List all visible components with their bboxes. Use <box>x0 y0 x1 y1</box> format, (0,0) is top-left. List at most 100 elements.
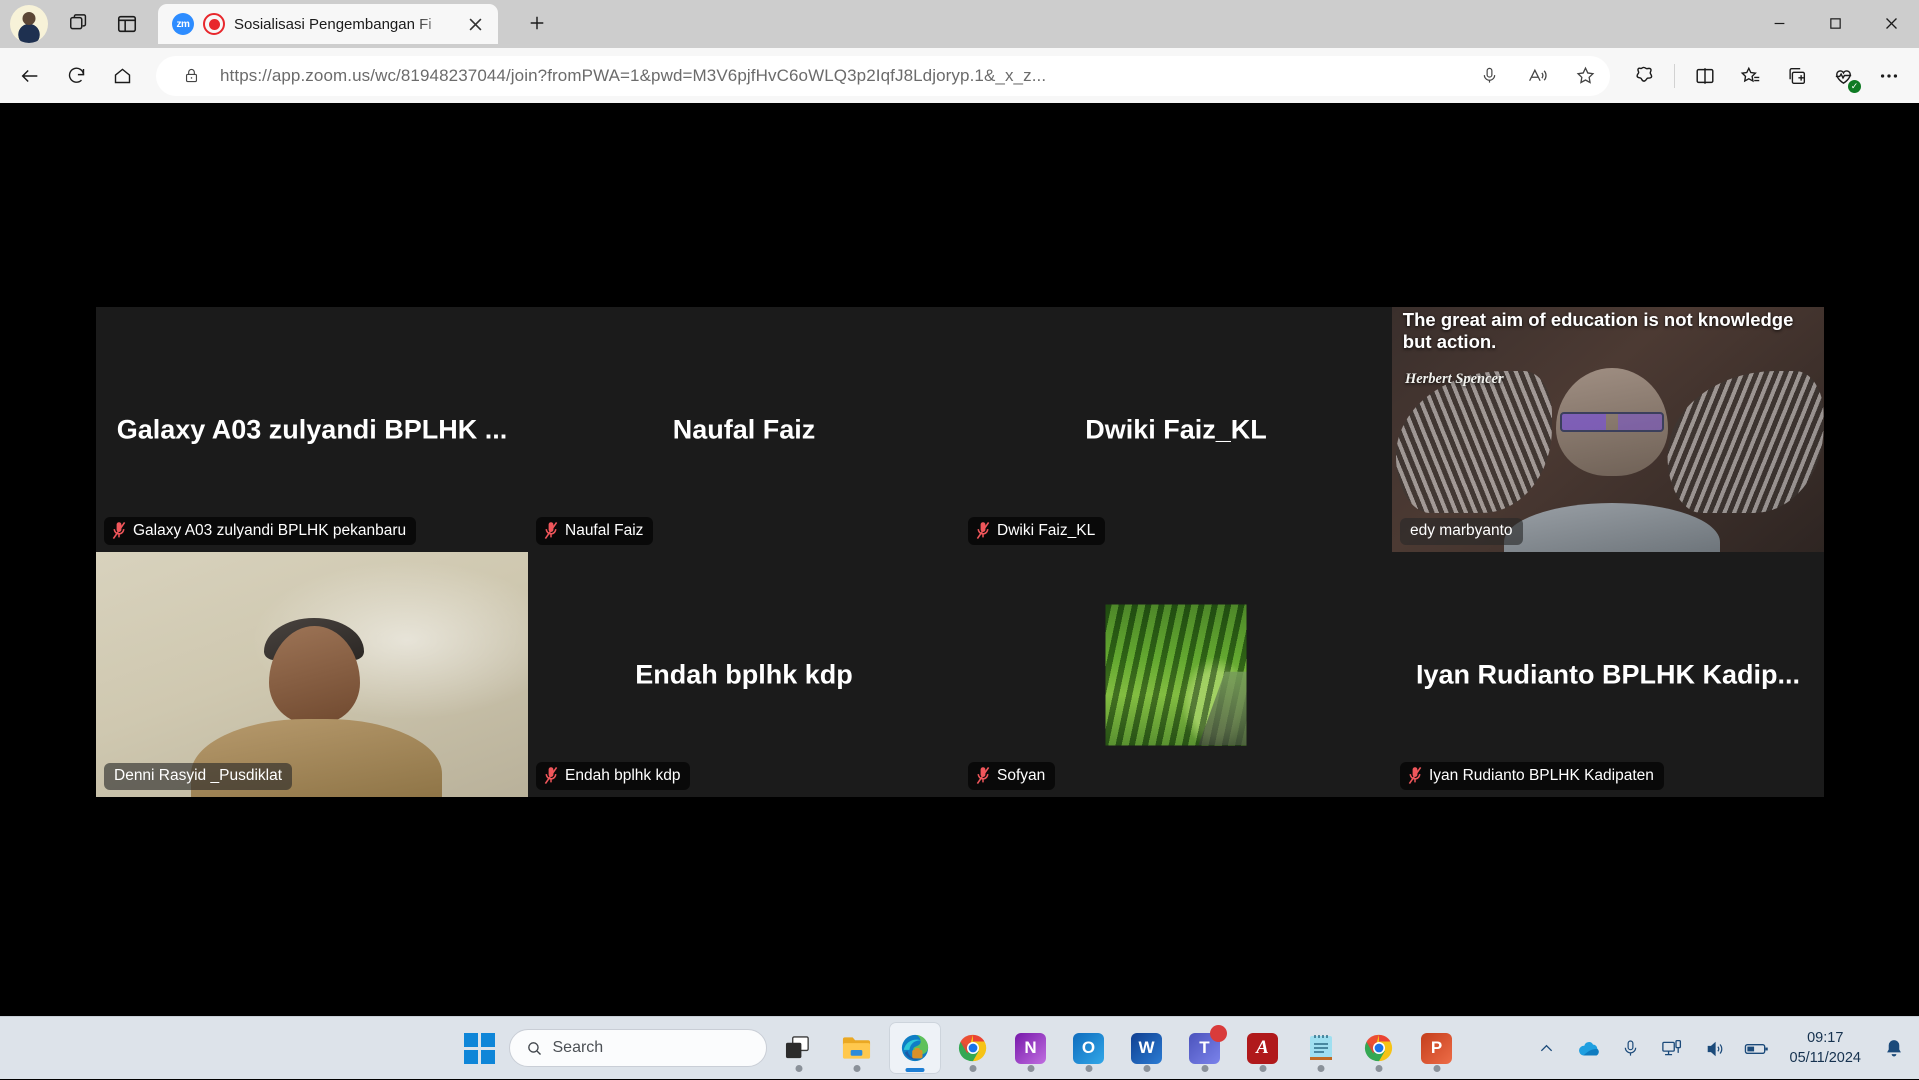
notification-badge <box>1210 1025 1227 1042</box>
participant-tile[interactable]: Dwiki Faiz_KL Dwiki Faiz_KL <box>960 307 1392 552</box>
mic-muted-icon <box>112 521 126 540</box>
participant-label-text: Iyan Rudianto BPLHK Kadipaten <box>1429 767 1654 785</box>
home-icon[interactable] <box>100 56 144 96</box>
participant-tile[interactable]: Galaxy A03 zulyandi BPLHK ... Galaxy A03… <box>96 307 528 552</box>
volume-icon[interactable] <box>1702 1036 1728 1062</box>
new-tab-button[interactable] <box>518 4 556 42</box>
back-icon[interactable] <box>8 56 52 96</box>
battery-icon[interactable] <box>1744 1036 1770 1062</box>
participant-name-label: Dwiki Faiz_KL <box>968 517 1105 545</box>
browser-toolbar: https://app.zoom.us/wc/81948237044/join?… <box>0 48 1919 103</box>
notification-bell-icon[interactable] <box>1881 1036 1907 1062</box>
taskbar-item-file-explorer[interactable] <box>831 1022 883 1074</box>
participant-name-label: Galaxy A03 zulyandi BPLHK pekanbaru <box>104 517 416 545</box>
taskbar-item-task-view[interactable] <box>773 1022 825 1074</box>
participant-name-label: Iyan Rudianto BPLHK Kadipaten <box>1400 762 1664 790</box>
microphone-icon[interactable] <box>1470 59 1508 93</box>
close-window-button[interactable] <box>1863 0 1919 46</box>
participant-video-feed: The great aim of education is not knowle… <box>1392 307 1824 552</box>
participant-tile[interactable]: Sofyan <box>960 552 1392 797</box>
running-indicator <box>1085 1065 1092 1072</box>
windows-logo-icon <box>464 1033 495 1064</box>
participant-tile[interactable]: Naufal Faiz Naufal Faiz <box>528 307 960 552</box>
clock-time: 09:17 <box>1790 1029 1862 1049</box>
refresh-icon[interactable] <box>54 56 98 96</box>
glasses-decoration <box>1560 412 1664 432</box>
network-icon[interactable] <box>1660 1036 1686 1062</box>
google-chrome-icon <box>1364 1033 1394 1063</box>
taskbar-item-onenote[interactable]: N <box>1005 1022 1057 1074</box>
running-indicator <box>969 1065 976 1072</box>
file-explorer-icon <box>841 1034 872 1062</box>
participant-tile[interactable]: Iyan Rudianto BPLHK Kadip... Iyan Rudian… <box>1392 552 1824 797</box>
participant-label-text: Endah bplhk kdp <box>565 767 680 785</box>
window-controls <box>1751 0 1919 46</box>
participant-gallery: Galaxy A03 zulyandi BPLHK ... Galaxy A03… <box>96 307 1824 797</box>
mic-muted-icon <box>1408 766 1422 785</box>
participant-tile[interactable]: Endah bplhk kdp Endah bplhk kdp <box>528 552 960 797</box>
taskbar-item-microsoft-edge[interactable] <box>889 1022 941 1074</box>
running-indicator <box>1259 1065 1266 1072</box>
participant-tile[interactable]: Denni Rasyid _Pusdiklat <box>96 552 528 797</box>
participant-label-text: Dwiki Faiz_KL <box>997 522 1095 540</box>
taskbar-item-outlook[interactable]: O <box>1063 1022 1115 1074</box>
browser-title-bar: zm Sosialisasi Pengembangan Fi <box>0 0 1919 48</box>
onenote-icon: N <box>1015 1033 1046 1064</box>
search-placeholder: Search <box>553 1039 604 1057</box>
profile-avatar[interactable] <box>10 5 48 43</box>
taskbar-item-word[interactable]: W <box>1121 1022 1173 1074</box>
close-tab-icon[interactable] <box>462 11 488 37</box>
participant-tile-active-speaker[interactable]: The great aim of education is not knowle… <box>1392 307 1824 552</box>
record-dot-icon <box>203 13 225 35</box>
taskbar-item-notepad[interactable] <box>1295 1022 1347 1074</box>
taskbar-clock[interactable]: 09:17 05/11/2024 <box>1786 1029 1866 1068</box>
read-aloud-icon[interactable] <box>1518 59 1556 93</box>
participant-display-name: Dwiki Faiz_KL <box>960 414 1392 445</box>
favorite-star-icon[interactable] <box>1566 59 1604 93</box>
taskbar-item-powerpoint[interactable]: P <box>1411 1022 1463 1074</box>
workspaces-icon[interactable] <box>62 7 96 41</box>
onedrive-icon[interactable] <box>1576 1036 1602 1062</box>
split-screen-icon[interactable] <box>1683 56 1727 96</box>
address-bar[interactable]: https://app.zoom.us/wc/81948237044/join?… <box>156 56 1610 96</box>
participant-name-label: Denni Rasyid _Pusdiklat <box>104 763 292 790</box>
running-indicator <box>1375 1065 1382 1072</box>
running-indicator <box>795 1065 802 1072</box>
system-tray: 09:17 05/11/2024 <box>1534 1017 1908 1080</box>
taskbar-item-microsoft-teams[interactable]: T <box>1179 1022 1231 1074</box>
taskbar-item-google-chrome[interactable] <box>947 1022 999 1074</box>
mic-muted-icon <box>976 521 990 540</box>
running-indicator <box>1027 1065 1034 1072</box>
collections-icon[interactable] <box>1775 56 1819 96</box>
taskbar-item-adobe-acrobat[interactable]: A <box>1237 1022 1289 1074</box>
participant-label-text: Sofyan <box>997 767 1045 785</box>
powerpoint-icon: P <box>1421 1033 1452 1064</box>
favorites-icon[interactable] <box>1729 56 1773 96</box>
tab-actions-icon[interactable] <box>110 7 144 41</box>
browser-tab[interactable]: zm Sosialisasi Pengembangan Fi <box>158 4 498 44</box>
copilot-icon[interactable] <box>1622 56 1666 96</box>
maximize-button[interactable] <box>1807 0 1863 46</box>
owl-left-decoration <box>1396 371 1552 513</box>
show-hidden-icons[interactable] <box>1534 1036 1560 1062</box>
active-indicator <box>905 1068 924 1072</box>
adobe-acrobat-icon: A <box>1247 1033 1278 1064</box>
titlebar-left-controls: zm Sosialisasi Pengembangan Fi <box>0 0 556 48</box>
running-indicator <box>1201 1065 1208 1072</box>
taskbar-search[interactable]: Search <box>509 1029 767 1067</box>
essentials-status-badge: ✓ <box>1848 80 1861 93</box>
participant-name-label: Naufal Faiz <box>536 517 653 545</box>
zoom-web-client: Galaxy A03 zulyandi BPLHK ... Galaxy A03… <box>0 103 1919 1016</box>
browser-essentials-icon[interactable]: ✓ <box>1821 56 1865 96</box>
start-button[interactable] <box>457 1025 503 1071</box>
tab-title: Sosialisasi Pengembangan Fi <box>234 16 453 33</box>
participant-name-label: Sofyan <box>968 762 1055 790</box>
minimize-button[interactable] <box>1751 0 1807 46</box>
microphone-icon[interactable] <box>1618 1036 1644 1062</box>
taskbar-item-google-chrome-2[interactable] <box>1353 1022 1405 1074</box>
settings-more-icon[interactable] <box>1867 56 1911 96</box>
participant-body <box>1504 503 1720 552</box>
participant-display-name: Iyan Rudianto BPLHK Kadip... <box>1392 659 1824 690</box>
lock-icon[interactable] <box>172 59 210 93</box>
word-icon: W <box>1131 1033 1162 1064</box>
